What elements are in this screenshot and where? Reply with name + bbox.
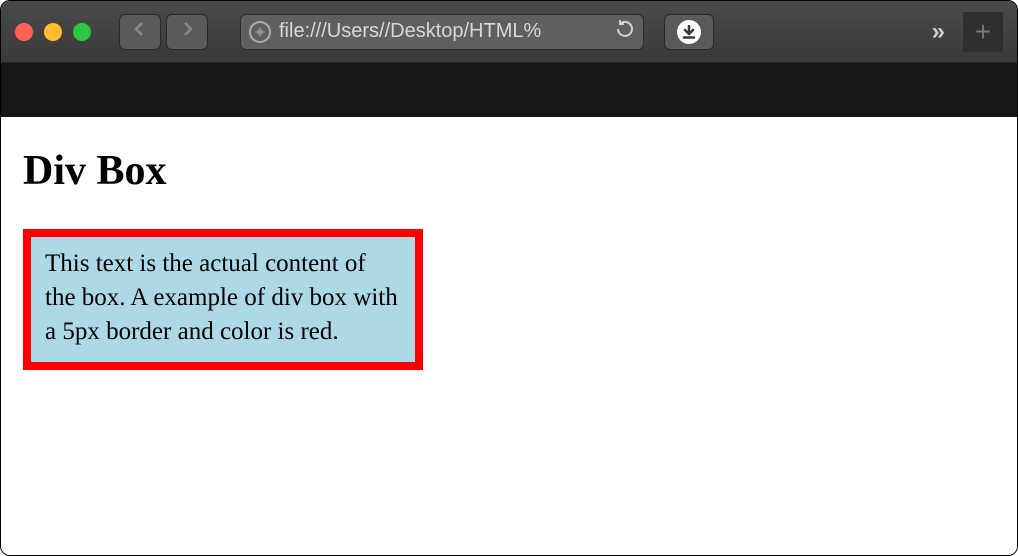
page-content: Div Box This text is the actual content …: [1, 117, 1017, 555]
overflow-button[interactable]: »: [932, 18, 945, 46]
demo-div-box: This text is the actual content of the b…: [23, 229, 423, 370]
browser-window: file:///Users//Desktop/HTML% » + Div Box…: [0, 0, 1018, 556]
minimize-window-button[interactable]: [44, 23, 62, 41]
chevron-double-right-icon: »: [932, 18, 945, 45]
window-controls: [15, 23, 91, 41]
chevron-right-icon: [179, 21, 195, 42]
titlebar: file:///Users//Desktop/HTML% » +: [1, 1, 1017, 63]
url-text: file:///Users//Desktop/HTML%: [279, 20, 607, 43]
box-text: This text is the actual content of the b…: [45, 250, 398, 345]
nav-buttons: [119, 14, 208, 50]
tab-strip: [1, 63, 1017, 117]
forward-button[interactable]: [166, 14, 208, 50]
chevron-left-icon: [132, 21, 148, 42]
reload-button[interactable]: [615, 19, 635, 44]
back-button[interactable]: [119, 14, 161, 50]
downloads-button[interactable]: [664, 14, 714, 50]
url-bar[interactable]: file:///Users//Desktop/HTML%: [240, 14, 644, 50]
close-window-button[interactable]: [15, 23, 33, 41]
page-title: Div Box: [23, 147, 995, 195]
compass-icon: [249, 21, 271, 43]
maximize-window-button[interactable]: [73, 23, 91, 41]
download-icon: [677, 20, 701, 44]
new-tab-button[interactable]: +: [963, 12, 1003, 52]
plus-icon: +: [975, 16, 991, 48]
